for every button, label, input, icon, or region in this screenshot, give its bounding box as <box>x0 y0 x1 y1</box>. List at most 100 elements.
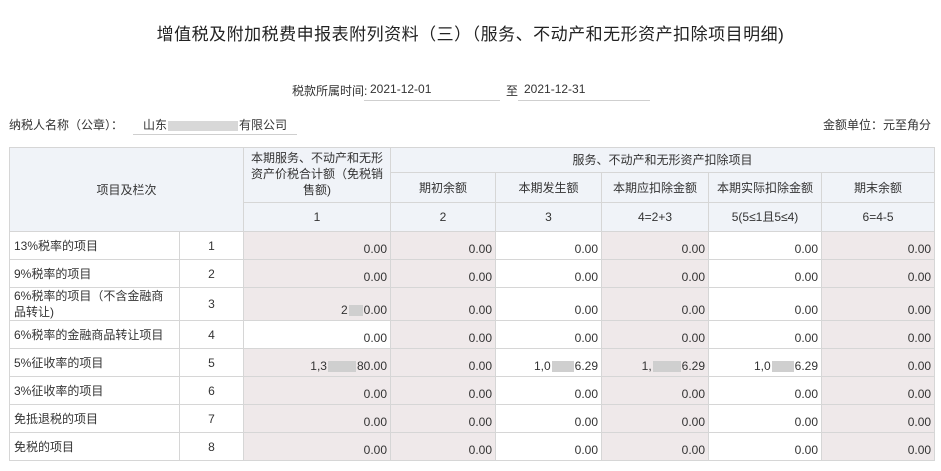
cell-col4: 0.00 <box>601 404 710 433</box>
row-name: 13%税率的项目 <box>9 231 180 260</box>
cell-col6: 0.00 <box>821 432 936 461</box>
cell-col3[interactable]: 0.00 <box>495 320 603 349</box>
cell-col5[interactable]: 0.00 <box>708 287 823 321</box>
cell-col4-head: 1, <box>641 359 652 373</box>
header-formula-1: 1 <box>243 202 392 232</box>
cell-col6: 0.00 <box>821 231 936 260</box>
cell-col6: 0.00 <box>821 320 936 349</box>
header-col1: 本期服务、不动产和无形资产价税合计额（免税销售额) <box>243 147 392 203</box>
cell-col3[interactable]: 1,0 6.29 <box>495 348 603 377</box>
cell-col6: 0.00 <box>821 259 936 288</box>
period-start-field[interactable]: 2021-12-01 <box>364 79 500 101</box>
taxpayer-name-field: 山东 有限公司 <box>133 113 297 135</box>
cell-col1: 1,3 80.00 <box>243 348 392 377</box>
header-formula-2: 2 <box>390 202 497 232</box>
cell-col1: 2 0.00 <box>243 287 392 321</box>
header-formula-3: 3 <box>495 202 603 232</box>
redaction-mask <box>652 361 681 373</box>
redaction-mask <box>348 305 363 317</box>
tax-period-label: 税款所属时间: <box>292 84 368 98</box>
cell-col3-tail: 6.29 <box>574 359 599 373</box>
period-end-field[interactable]: 2021-12-31 <box>518 79 650 101</box>
cell-col4: 0.00 <box>601 231 710 260</box>
row-line: 4 <box>178 320 245 349</box>
cell-col6: 0.00 <box>821 376 936 405</box>
header-formula-4: 4=2+3 <box>601 202 710 232</box>
cell-col5[interactable]: 0.00 <box>708 432 823 461</box>
cell-col4: 0.00 <box>601 259 710 288</box>
page-title: 增值税及附加税费申报表附列资料（三）（服务、不动产和无形资产扣除项目明细) <box>156 25 785 44</box>
redaction-mask <box>551 361 574 373</box>
cell-col1: 0.00 <box>243 404 392 433</box>
cell-col4: 0.00 <box>601 432 710 461</box>
cell-col4: 0.00 <box>601 376 710 405</box>
cell-col4: 1, 6.29 <box>601 348 710 377</box>
cell-col1-head: 1,3 <box>310 359 327 373</box>
table-row: 13%税率的项目 1 0.00 0.00 0.00 0.00 0.00 0.00 <box>9 231 936 260</box>
cell-col6: 0.00 <box>821 348 936 377</box>
cell-col5[interactable]: 0.00 <box>708 231 823 260</box>
cell-col5[interactable]: 0.00 <box>708 320 823 349</box>
redaction-mask <box>168 120 239 131</box>
cell-col2: 0.00 <box>390 231 497 260</box>
row-line: 5 <box>178 348 245 377</box>
cell-col4: 0.00 <box>601 287 710 321</box>
redaction-mask <box>771 361 794 373</box>
cell-col2: 0.00 <box>390 376 497 405</box>
header-group: 服务、不动产和无形资产扣除项目 <box>390 147 936 173</box>
row-line: 7 <box>178 404 245 433</box>
cell-col2: 0.00 <box>390 432 497 461</box>
cell-col4: 0.00 <box>601 320 710 349</box>
cell-col5[interactable]: 1,0 6.29 <box>708 348 823 377</box>
cell-col3[interactable]: 0.00 <box>495 404 603 433</box>
header-formula-5: 5(5≤1且5≤4) <box>708 202 823 232</box>
header-col6: 期末余额 <box>821 172 936 203</box>
cell-col2: 0.00 <box>390 287 497 321</box>
table-row: 6%税率的项目（不含金融商品转让) 3 2 0.00 0.00 0.00 0.00… <box>9 287 936 321</box>
row-name: 3%征收率的项目 <box>9 376 180 405</box>
row-line: 3 <box>178 287 245 321</box>
taxpayer-name-prefix: 山东 <box>143 118 168 132</box>
period-separator: 至 <box>506 84 519 98</box>
cell-col1[interactable]: 0.00 <box>243 320 392 349</box>
cell-col1: 0.00 <box>243 231 392 260</box>
header-project: 项目及栏次 <box>8 147 245 232</box>
header-formula-6: 6=4-5 <box>821 202 936 232</box>
header-col2: 期初余额 <box>390 172 497 203</box>
cell-col6: 0.00 <box>821 404 936 433</box>
cell-col4-tail: 6.29 <box>681 359 706 373</box>
row-name: 免抵退税的项目 <box>9 404 180 433</box>
cell-col2: 0.00 <box>390 259 497 288</box>
row-line: 1 <box>178 231 245 260</box>
cell-col5-tail: 6.29 <box>794 359 819 373</box>
cell-col3[interactable]: 0.00 <box>495 376 603 405</box>
cell-col1: 0.00 <box>243 376 392 405</box>
row-name: 9%税率的项目 <box>9 259 180 288</box>
header-col3: 本期发生额 <box>495 172 603 203</box>
row-name: 5%征收率的项目 <box>9 348 180 377</box>
cell-col5[interactable]: 0.00 <box>708 376 823 405</box>
row-line: 6 <box>178 376 245 405</box>
cell-col1-head: 2 <box>340 303 348 317</box>
header-col4: 本期应扣除金额 <box>601 172 710 203</box>
table-row: 9%税率的项目 2 0.00 0.00 0.00 0.00 0.00 0.00 <box>9 259 936 288</box>
cell-col2: 0.00 <box>390 404 497 433</box>
cell-col5[interactable]: 0.00 <box>708 404 823 433</box>
taxpayer-label: 纳税人名称（公章）： <box>9 118 124 132</box>
cell-col3[interactable]: 0.00 <box>495 287 603 321</box>
header-col5: 本期实际扣除金额 <box>708 172 823 203</box>
redaction-mask <box>327 361 356 373</box>
cell-col3[interactable]: 0.00 <box>495 231 603 260</box>
row-name: 6%税率的项目（不含金融商品转让) <box>9 287 180 321</box>
cell-col3-head: 1,0 <box>533 359 551 373</box>
cell-col1-tail: 0.00 <box>363 303 388 317</box>
cell-col3[interactable]: 0.00 <box>495 432 603 461</box>
cell-col3[interactable]: 0.00 <box>495 259 603 288</box>
cell-col1: 0.00 <box>243 432 392 461</box>
cell-col6: 0.00 <box>821 287 936 321</box>
table-row: 免税的项目 8 0.00 0.00 0.00 0.00 0.00 0.00 <box>9 432 936 461</box>
table-row: 3%征收率的项目 6 0.00 0.00 0.00 0.00 0.00 0.00 <box>9 376 936 405</box>
amount-unit: 金额单位：元至角分 <box>822 118 931 132</box>
cell-col5[interactable]: 0.00 <box>708 259 823 288</box>
row-line: 8 <box>178 432 245 461</box>
